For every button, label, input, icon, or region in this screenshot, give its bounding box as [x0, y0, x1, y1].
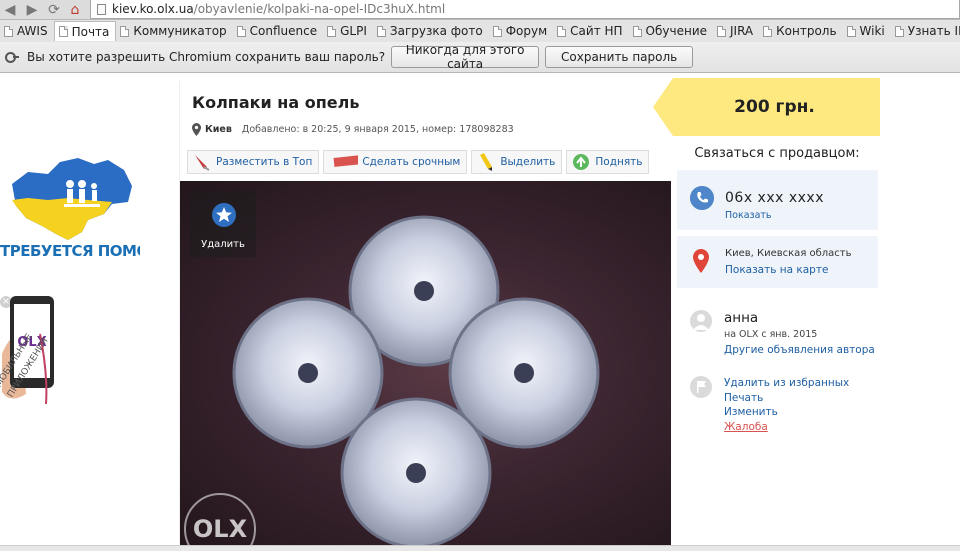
- user-avatar: [690, 310, 712, 332]
- page-content: ТРЕБУЕТСЯ ПОМОЩЬ! × OLX МОБИЛЬНЫЕ ПРИЛОЖ…: [0, 74, 960, 551]
- left-ad-banner[interactable]: ТРЕБУЕТСЯ ПОМОЩЬ! × OLX МОБИЛЬНЫЕ ПРИЛОЖ…: [0, 154, 140, 514]
- document-icon: [557, 25, 567, 37]
- url-path: /obyavlenie/kolpaki-na-opel-IDc3huX.html: [193, 2, 446, 16]
- make-urgent-button[interactable]: Сделать срочным: [323, 150, 468, 174]
- listing-title: Колпаки на опель: [192, 93, 360, 112]
- bookmark-glpi[interactable]: GLPI: [323, 21, 373, 41]
- bookmark-jira[interactable]: JIRA: [713, 21, 759, 41]
- remove-favorite-button[interactable]: Удалить: [190, 191, 256, 257]
- raise-button[interactable]: Поднять: [566, 150, 650, 174]
- flag-icon: [697, 381, 706, 393]
- document-icon: [327, 25, 337, 37]
- listing-city[interactable]: Киев: [205, 124, 232, 135]
- home-icon[interactable]: ⌂: [66, 1, 84, 19]
- flag-avatar: [690, 376, 712, 398]
- save-password-button[interactable]: Сохранить пароль: [545, 46, 694, 68]
- document-icon: [763, 25, 773, 37]
- document-icon: [632, 25, 642, 37]
- key-icon: [5, 50, 19, 64]
- browser-toolbar: ◀ ▶ ⟳ ⌂ kiev.ko.olx.ua/obyavlenie/kolpak…: [0, 0, 960, 20]
- bookmark-forum[interactable]: Форум: [489, 21, 553, 41]
- other-ads-link[interactable]: Другие объявления автора: [724, 344, 875, 356]
- rocket-icon: [195, 155, 210, 171]
- remove-from-favorites-link[interactable]: Удалить из избранных: [724, 376, 849, 391]
- address-bar[interactable]: kiev.ko.olx.ua/obyavlenie/kolpaki-na-ope…: [90, 0, 960, 19]
- bookmark-wiki[interactable]: Wiki: [843, 21, 891, 41]
- bookmark-confluence[interactable]: Confluence: [233, 21, 323, 41]
- listing-meta: Киев Добавлено: в 20:25, 9 января 2015, …: [192, 123, 514, 136]
- star-icon: [212, 203, 236, 227]
- bookmark-awis[interactable]: AWIS: [0, 21, 54, 41]
- contact-heading: Связаться с продавцом:: [694, 146, 860, 161]
- document-icon: [376, 25, 386, 37]
- bookmark-pochta[interactable]: Почта: [53, 21, 117, 41]
- report-link[interactable]: Жалоба: [724, 420, 849, 435]
- print-link[interactable]: Печать: [724, 391, 849, 406]
- location-text: Киев, Киевская область: [725, 248, 852, 259]
- highlight-button[interactable]: Выделить: [471, 150, 563, 174]
- remove-favorite-label: Удалить: [201, 239, 245, 250]
- url-host: kiev.ko.olx.ua: [112, 2, 194, 16]
- document-icon: [58, 26, 68, 37]
- bookmark-kommunikator[interactable]: Коммуникатор: [116, 21, 232, 41]
- save-password-infobar: Вы хотите разрешить Chromium сохранить в…: [0, 42, 960, 73]
- horizontal-scrollbar[interactable]: [0, 545, 960, 551]
- listing-links: Удалить из избранных Печать Изменить Жал…: [724, 376, 849, 434]
- bookmark-zagruzka-foto[interactable]: Загрузка фото: [373, 21, 489, 41]
- edit-link[interactable]: Изменить: [724, 405, 849, 420]
- ukraine-map-icon: [12, 158, 132, 240]
- document-icon: [846, 25, 856, 37]
- place-top-button[interactable]: Разместить в Топ: [187, 150, 320, 174]
- seller-since: на OLX с янв. 2015: [724, 329, 818, 340]
- show-on-map-link[interactable]: Показать на карте: [725, 264, 828, 276]
- listing-added: Добавлено: в 20:25, 9 января 2015, номер…: [241, 124, 514, 135]
- back-icon[interactable]: ◀: [1, 1, 19, 19]
- document-icon: [236, 25, 246, 37]
- phone-card[interactable]: 06x xxx xxxx Показать: [677, 170, 878, 230]
- seller-name: анна: [724, 310, 759, 326]
- reload-icon[interactable]: ⟳: [45, 1, 63, 19]
- bookmark-uznat-ip[interactable]: Узнать IP: [891, 21, 960, 41]
- document-icon: [120, 25, 130, 37]
- never-save-button[interactable]: Никогда для этого сайта: [391, 43, 540, 71]
- location-pin-icon: [693, 249, 709, 273]
- price-value: 200 грн.: [734, 97, 815, 117]
- document-icon: [894, 25, 904, 37]
- document-icon: [492, 25, 502, 37]
- location-card: Киев, Киевская область Показать на карте: [677, 236, 878, 288]
- document-icon: [717, 25, 726, 37]
- bookmark-kontrol[interactable]: Контроль: [759, 21, 842, 41]
- forward-icon[interactable]: ▶: [23, 1, 41, 19]
- bookmark-sait-np[interactable]: Сайт НП: [553, 21, 628, 41]
- urgent-stamp-icon: [333, 155, 359, 167]
- highlighter-icon: [480, 153, 493, 171]
- show-phone-link[interactable]: Показать: [725, 210, 772, 221]
- bookmark-obuchenie[interactable]: Обучение: [629, 21, 713, 41]
- document-icon: [4, 25, 13, 37]
- infobar-message: Вы хотите разрешить Chromium сохранить в…: [27, 50, 386, 64]
- raise-up-icon: [573, 154, 590, 170]
- listing-main: Колпаки на опель Киев Добавлено: в 20:25…: [179, 81, 671, 551]
- promo-actions: Разместить в Топ Сделать срочным Выделит…: [187, 150, 650, 174]
- hubcap-bottom: [340, 397, 492, 549]
- phone-icon: [690, 186, 714, 210]
- phone-number: 06x xxx xxxx: [725, 190, 824, 206]
- help-needed-text: ТРЕБУЕТСЯ ПОМОЩЬ!: [0, 242, 140, 260]
- bookmarks-bar: AWIS Почта Коммуникатор Confluence GLPI …: [0, 20, 960, 42]
- page-icon: [97, 3, 106, 15]
- map-pin-icon: [192, 123, 201, 136]
- listing-photo[interactable]: Удалить OLX: [180, 181, 671, 551]
- user-icon: [693, 314, 709, 330]
